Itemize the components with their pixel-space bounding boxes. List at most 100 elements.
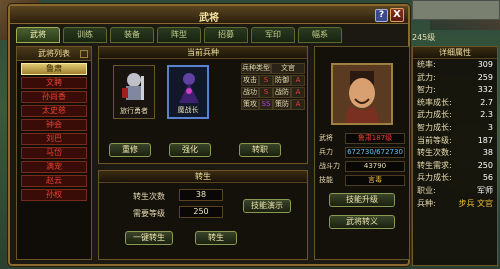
rebirth-panel: 转生 转生次数 38 需要等级 250 技能演示 一键转生 转生 [98, 170, 308, 260]
skill-row: 技能 言毒 [319, 175, 405, 186]
troop-header: 当前兵种 [99, 47, 307, 59]
stat-grade: S [259, 75, 273, 86]
tab-formation[interactable]: 阵型 [157, 27, 201, 43]
stat-grade: A [291, 75, 305, 86]
rebirth-button[interactable]: 转生 [195, 231, 237, 245]
required-level-label: 需要等级 [133, 209, 165, 218]
required-level-value: 250 [179, 206, 223, 218]
job-change-button[interactable]: 转职 [239, 143, 281, 157]
tab-general[interactable]: 武将 [16, 27, 60, 43]
attr-key: 职业: [417, 185, 436, 195]
general-item[interactable]: 马岱 [21, 147, 87, 159]
attr-row: 转生需求: 250 [413, 160, 497, 173]
attr-key: 统率: [417, 60, 436, 69]
attr-key: 兵力成长: [417, 173, 452, 183]
help-button[interactable]: ? [375, 9, 388, 22]
one-click-rebirth-button[interactable]: 一键转生 [125, 231, 173, 245]
general-portrait [331, 63, 393, 125]
general-portrait-icon [333, 65, 391, 123]
stat-key: 策攻 [241, 99, 259, 110]
attr-row: 智力成长: 3 [413, 122, 497, 135]
general-item[interactable]: 赵云 [21, 175, 87, 187]
attr-value: 军师 [477, 185, 493, 195]
attr-row: 兵力成长: 56 [413, 172, 497, 185]
attr-row: 兵种: 步兵 文官 [413, 198, 497, 211]
unit-right-label: 魔战长 [177, 106, 199, 114]
general-item[interactable]: 刘巴 [21, 133, 87, 145]
general-item[interactable]: 孙尚香 [21, 91, 87, 103]
tab-series[interactable]: 幅系 [298, 27, 342, 43]
attr-key: 智力: [417, 85, 436, 95]
general-transfer-button[interactable]: 武将转义 [329, 215, 395, 229]
skill-upgrade-button[interactable]: 技能升级 [329, 193, 395, 207]
unit-left-label: 旅行勇者 [120, 107, 148, 115]
attr-row: 智力: 332 [413, 84, 497, 97]
attr-value: 2.7 [480, 97, 493, 107]
name-row: 武将 鲁肃187级 [319, 133, 405, 144]
collapse-icon[interactable] [80, 50, 88, 58]
stat-key: 防御 [273, 75, 291, 86]
attr-value: 3 [487, 122, 493, 132]
top-level-label: 245级 [412, 33, 436, 42]
power-label: 战斗力 [319, 162, 340, 170]
general-info-panel: 武将 鲁肃187级 兵力 672730/672730 战斗力 43790 技能 … [314, 46, 410, 260]
rebirth-header: 转生 [99, 171, 307, 183]
stat-key: 战防 [273, 87, 291, 98]
attr-key: 统率成长: [417, 97, 452, 107]
roof-tiles [412, 0, 500, 20]
general-window: 武将 ? X 武将 训练 装备 阵型 招募 军印 幅系 武将列表 鲁肃 文聘 孙… [8, 4, 410, 266]
attr-row: 统率: 309 [413, 59, 497, 72]
attr-row: 当前等级: 187 [413, 135, 497, 148]
attr-key: 转生次数: [417, 148, 452, 158]
stat-grade: A [291, 87, 305, 98]
general-item[interactable]: 钟会 [21, 119, 87, 131]
stat-grade: SS [259, 99, 273, 110]
general-item[interactable]: 满宠 [21, 161, 87, 173]
attr-value: 309 [477, 60, 493, 69]
attr-value: 2.3 [480, 110, 493, 120]
dark-mage-icon [179, 73, 199, 103]
attr-key: 武力: [417, 72, 436, 82]
general-item[interactable]: 文聘 [21, 77, 87, 89]
attr-row: 转生次数: 38 [413, 147, 497, 160]
repair-button[interactable]: 重修 [109, 143, 151, 157]
type-label: 兵种类型 [241, 63, 271, 74]
rebirth-count-label: 转生次数 [133, 192, 165, 201]
stat-grade: S [259, 87, 273, 98]
power-row: 战斗力 43790 [319, 161, 405, 172]
skill-value: 言毒 [345, 175, 405, 186]
attr-row: 武力: 259 [413, 72, 497, 85]
general-item-lusu[interactable]: 鲁肃 [21, 63, 87, 75]
tab-equipment[interactable]: 装备 [110, 27, 154, 43]
close-button[interactable]: X [390, 8, 404, 22]
tab-training[interactable]: 训练 [63, 27, 107, 43]
window-title: 武将 [199, 13, 219, 24]
unit-card-left[interactable]: 旅行勇者 [113, 65, 155, 119]
attr-value: 332 [477, 85, 493, 95]
attr-value: 38 [482, 148, 493, 158]
unit-card-right[interactable]: 魔战长 [167, 65, 209, 119]
attr-key: 智力成长: [417, 122, 452, 132]
tab-seal[interactable]: 军印 [251, 27, 295, 43]
attr-value: 187 [477, 135, 493, 145]
attr-row: 武力成长: 2.3 [413, 109, 497, 122]
general-item[interactable]: 孙权 [21, 189, 87, 201]
attr-value: 250 [477, 160, 493, 170]
type-value: 文官 [271, 63, 305, 74]
skill-label: 技能 [319, 176, 333, 184]
attr-value: 步兵 文官 [458, 198, 493, 208]
enhance-button[interactable]: 强化 [169, 143, 211, 157]
attr-value: 56 [482, 173, 493, 183]
name-label: 武将 [319, 134, 333, 142]
tab-recruit[interactable]: 招募 [204, 27, 248, 43]
attr-row: 职业: 军师 [413, 185, 497, 198]
skill-demo-button[interactable]: 技能演示 [243, 199, 291, 213]
title-bar: 武将 ? X [10, 6, 408, 24]
general-list-panel: 武将列表 鲁肃 文聘 孙尚香 太史慈 钟会 刘巴 马岱 满宠 赵云 孙权 [16, 46, 92, 260]
general-item[interactable]: 太史慈 [21, 105, 87, 117]
stat-grade: A [291, 99, 305, 110]
current-troop-panel: 当前兵种 旅行勇者 魔战长 兵种类型 文官 攻击 S 防御 A 战功 S 战防 … [98, 46, 308, 164]
troops-label: 兵力 [319, 148, 333, 156]
rebirth-count-value: 38 [179, 189, 223, 201]
troops-row: 兵力 672730/672730 [319, 147, 405, 158]
